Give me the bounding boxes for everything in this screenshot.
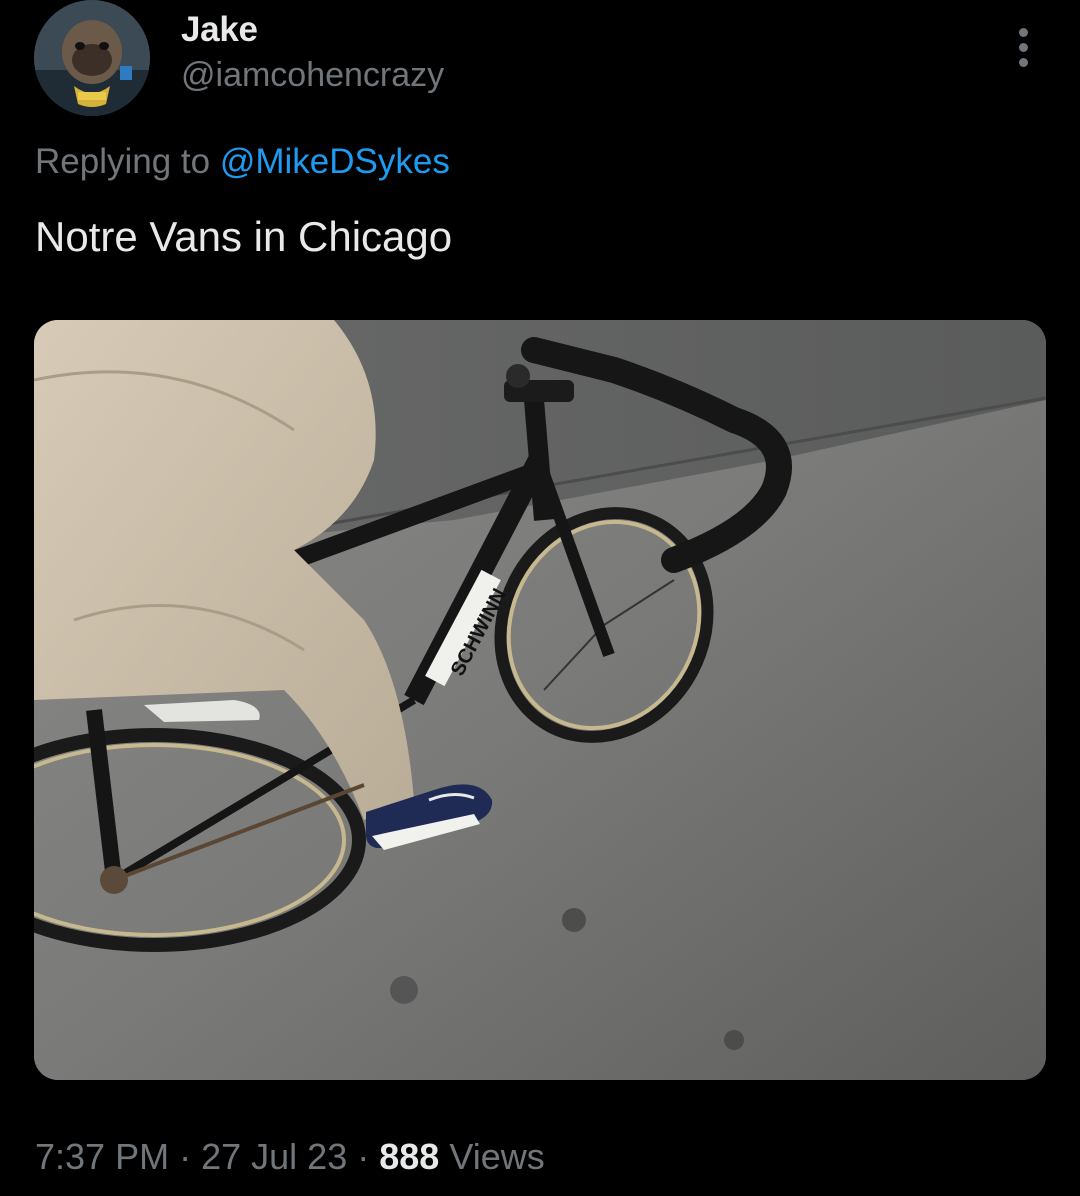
meta-separator: · [179, 1136, 192, 1177]
replying-to-line: Replying to @MikeDSykes [35, 142, 450, 182]
display-name[interactable]: Jake [181, 10, 258, 50]
more-dot-icon [1019, 43, 1028, 52]
tweet-meta: 7:37 PM · 27 Jul 23 · 888 Views [35, 1136, 545, 1178]
more-options-button[interactable] [1002, 22, 1046, 72]
photo-bike-rider-icon: SCHWINN [34, 320, 1046, 1080]
reply-mention-link[interactable]: @MikeDSykes [220, 142, 450, 181]
more-dot-icon [1019, 28, 1028, 37]
views-label[interactable]: Views [449, 1136, 544, 1177]
meta-separator: · [357, 1136, 370, 1177]
tweet-detail: Jake @iamcohencrazy Replying to @MikeDSy… [0, 0, 1080, 1196]
user-handle[interactable]: @iamcohencrazy [181, 56, 444, 95]
avatar[interactable] [34, 0, 150, 116]
more-dot-icon [1019, 58, 1028, 67]
tweet-date[interactable]: 27 Jul 23 [201, 1136, 347, 1177]
tweet-time[interactable]: 7:37 PM [35, 1136, 169, 1177]
replying-to-label: Replying to [35, 142, 211, 181]
tweet-text: Notre Vans in Chicago [35, 213, 453, 260]
bulldog-avatar-icon [34, 0, 150, 116]
tweet-photo[interactable]: SCHWINN [34, 320, 1046, 1080]
views-count[interactable]: 888 [379, 1136, 439, 1177]
